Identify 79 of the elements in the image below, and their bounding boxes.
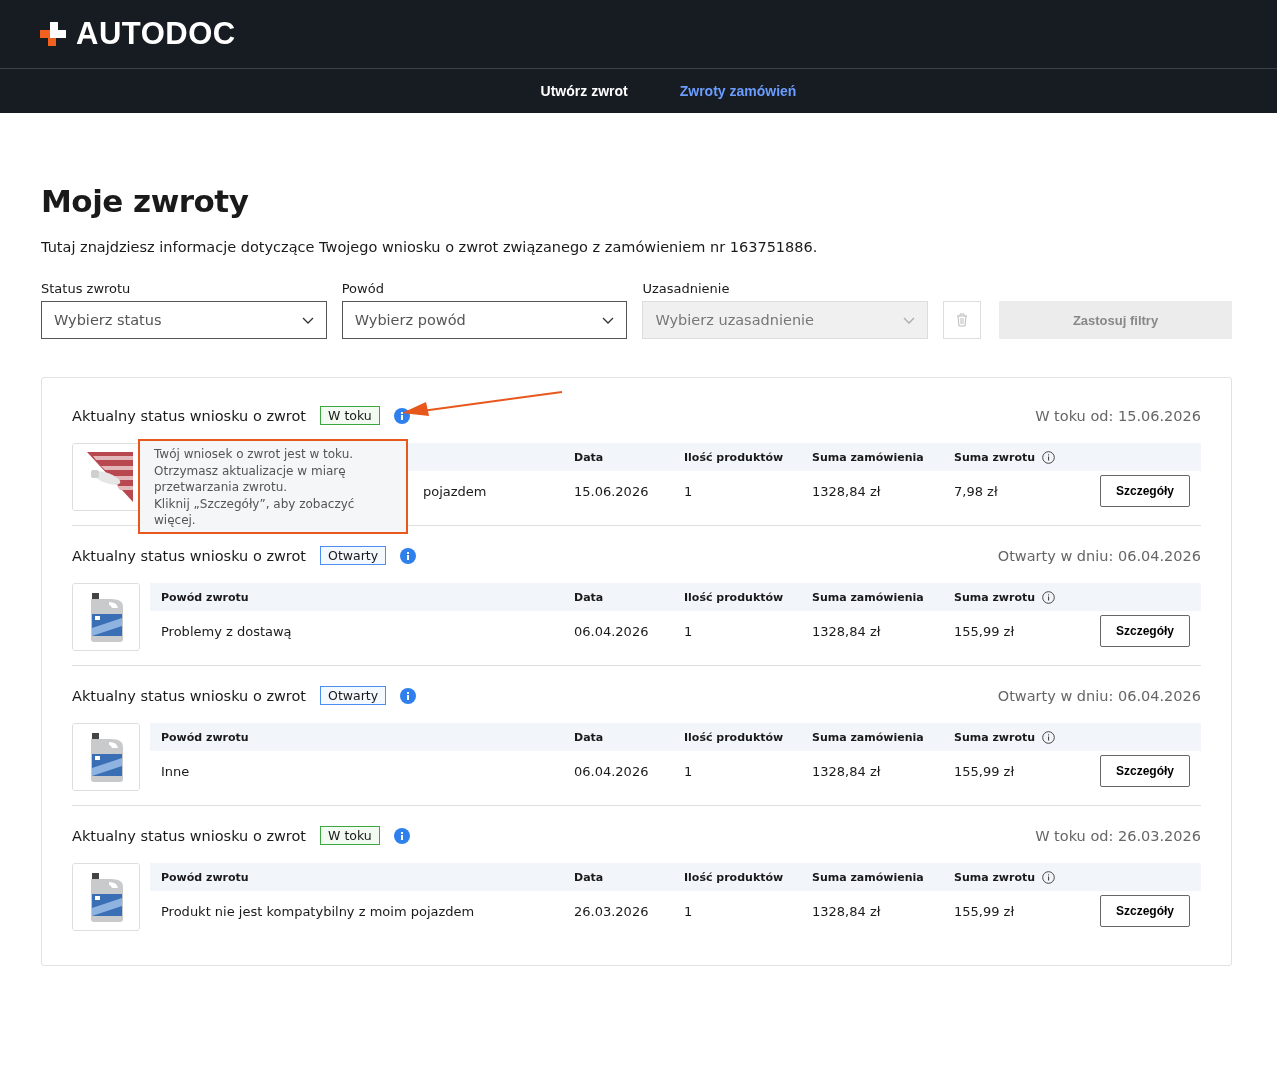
filter-label: Uzasadnienie xyxy=(642,281,731,296)
table-cell-text: 155,99 zł xyxy=(954,903,1016,919)
filter-label: Status zwrotu xyxy=(41,281,132,296)
tooltip: Twój wniosek o zwrot jest w toku. Otrzymasz aktualizacje w miarę przetwarzania zwrotu. Kliknij „Szczegóły”, aby zobaczyć więcej. xyxy=(138,439,408,534)
table-cell-text: 06.04.2026 xyxy=(574,623,650,639)
column-header: Ilość produktów xyxy=(684,870,784,884)
info-icon[interactable] xyxy=(1042,870,1056,884)
table-cell-text: 155,99 zł xyxy=(954,763,1016,779)
status-date: Otwarty w dniu: 06.04.2026 xyxy=(997,687,1201,704)
status-badge: Otwarty xyxy=(320,546,387,565)
info-icon[interactable] xyxy=(400,547,417,564)
column-header: Data xyxy=(574,590,604,604)
status-badge: W toku xyxy=(320,826,380,845)
status-heading: Aktualny status wniosku o zwrot xyxy=(72,407,307,424)
column-header: Suma zwrotu xyxy=(954,730,1036,744)
logo-icon xyxy=(40,22,66,46)
table-cell-text: 26.03.2026 xyxy=(574,903,650,919)
table-cell-text: 15.06.2026 xyxy=(574,483,650,499)
details-button[interactable]: Szczegóły xyxy=(1099,475,1190,507)
trash-icon xyxy=(956,313,969,327)
table-cell-text: 06.04.2026 xyxy=(574,763,650,779)
column-header: Suma zamówienia xyxy=(812,730,924,744)
column-header: Powód zwrotu xyxy=(161,590,249,604)
filter-dropdown[interactable]: Wybierz status xyxy=(41,301,327,339)
column-header: Suma zamówienia xyxy=(812,450,924,464)
info-icon[interactable] xyxy=(400,687,417,704)
column-header: Powód zwrotu xyxy=(161,870,249,884)
status-date: Otwarty w dniu: 06.04.2026 xyxy=(997,547,1201,564)
status-date: W toku od: 15.06.2026 xyxy=(1035,407,1201,424)
table-cell-text: 1 xyxy=(684,763,694,779)
column-header: Data xyxy=(574,730,604,744)
intro-text: Tutaj znajdziesz informacje dotyczące Twojego wniosku o zwrot związanego z zamówieniem nr 163751886. xyxy=(41,239,819,255)
status-heading: Aktualny status wniosku o zwrot xyxy=(72,547,307,564)
info-icon[interactable] xyxy=(1042,450,1056,464)
column-header: Ilość produktów xyxy=(684,730,784,744)
status-badge: W toku xyxy=(320,406,380,425)
table-cell: pojazdem xyxy=(423,483,487,499)
table-cell-text: 1328,84 zł xyxy=(812,483,882,499)
column-header: Suma zamówienia xyxy=(812,590,924,604)
details-button[interactable]: Szczegóły xyxy=(1099,615,1190,647)
status-heading: Aktualny status wniosku o zwrot xyxy=(72,827,307,844)
column-header: Data xyxy=(574,450,604,464)
info-icon[interactable] xyxy=(393,827,410,844)
chevron-icon xyxy=(301,316,314,324)
status-badge: Otwarty xyxy=(320,686,387,705)
details-button[interactable]: Szczegóły xyxy=(1099,755,1190,787)
table-cell-text: Produkt nie jest kompatybilny z moim pojazdem xyxy=(161,903,476,919)
column-header: Powód zwrotu xyxy=(161,730,249,744)
column-header: Suma zwrotu xyxy=(954,870,1036,884)
info-icon[interactable] xyxy=(1042,590,1056,604)
brand-logo: AUTODOC xyxy=(76,16,236,52)
chevron-icon xyxy=(903,316,916,324)
table-cell-text: Problemy z dostawą xyxy=(161,623,293,639)
table-cell-text: 1 xyxy=(684,623,694,639)
filter-dropdown[interactable]: Wybierz powód xyxy=(341,301,628,339)
table-cell-text: 155,99 zł xyxy=(954,623,1016,639)
table-cell-text: 1 xyxy=(684,483,694,499)
table-cell-text: 1328,84 zł xyxy=(812,763,882,779)
filter-label: Powód xyxy=(341,281,385,296)
nav-link[interactable]: Zwroty zamówień xyxy=(679,83,797,99)
table-cell-text: 1328,84 zł xyxy=(812,623,882,639)
column-header: Ilość produktów xyxy=(684,450,784,464)
column-header: Ilość produktów xyxy=(684,590,784,604)
chevron-icon xyxy=(602,316,615,324)
column-header: Suma zamówienia xyxy=(812,870,924,884)
column-header: Suma zwrotu xyxy=(954,450,1036,464)
details-button[interactable]: Szczegóły xyxy=(1099,895,1190,927)
column-header: Suma zwrotu xyxy=(954,590,1036,604)
nav-link[interactable]: Utwórz zwrot xyxy=(540,83,628,99)
column-header: Data xyxy=(574,870,604,884)
info-icon[interactable] xyxy=(393,407,410,424)
info-icon[interactable] xyxy=(1042,730,1056,744)
table-cell-text: 7,98 zł xyxy=(954,483,999,499)
status-date: W toku od: 26.03.2026 xyxy=(1035,827,1201,844)
table-cell-text: 1328,84 zł xyxy=(812,903,882,919)
status-heading: Aktualny status wniosku o zwrot xyxy=(72,687,307,704)
page-title: Moje zwroty xyxy=(41,183,250,219)
table-cell-text: Inne xyxy=(161,763,191,779)
table-cell-text: 1 xyxy=(684,903,694,919)
